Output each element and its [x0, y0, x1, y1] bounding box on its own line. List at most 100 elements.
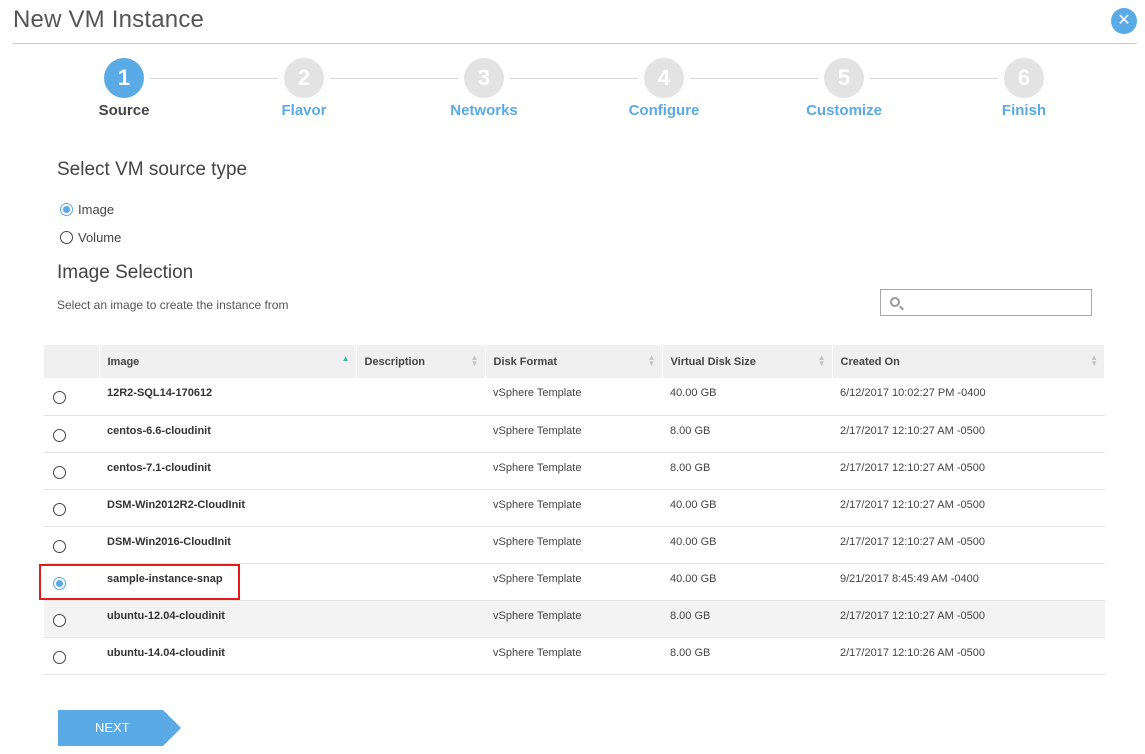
row-select-cell[interactable]	[44, 526, 99, 563]
disk-size-cell: 8.00 GB	[670, 461, 711, 474]
step-label: Networks	[450, 102, 518, 119]
created-on-cell: 9/21/2017 8:45:49 AM -0400	[840, 572, 979, 585]
image-selection-subtext: Select an image to create the instance f…	[57, 298, 289, 312]
description-cell	[356, 563, 485, 600]
row-radio[interactable]	[53, 465, 66, 479]
step-number: 2	[284, 58, 324, 98]
created-on-cell: 2/17/2017 12:10:27 AM -0500	[840, 498, 985, 511]
table-row[interactable]: DSM-Win2016-CloudInit vSphere Template 40.…	[44, 526, 1105, 563]
step-finish[interactable]: 6 Finish	[964, 58, 1084, 119]
close-icon[interactable]: ✕	[1111, 8, 1137, 34]
step-label: Source	[98, 102, 150, 119]
image-radio[interactable]	[60, 202, 73, 216]
sort-icon: ▲ ▼	[817, 353, 826, 368]
created-on-cell: 2/17/2017 12:10:27 AM -0500	[840, 609, 985, 622]
sort-icon: ▲ ▼	[647, 353, 656, 368]
volume-radio[interactable]	[60, 230, 73, 244]
step-number: 4	[644, 58, 684, 98]
step-source[interactable]: 1 Source	[64, 58, 184, 119]
description-cell	[356, 489, 485, 526]
image-name-cell: 12R2-SQL14-170612	[107, 387, 213, 400]
source-option-label: Image	[78, 201, 115, 217]
description-cell	[356, 452, 485, 489]
image-name-cell: ubuntu-12.04-cloudinit	[107, 609, 225, 622]
table-row[interactable]: centos-7.1-cloudinit vSphere Template 8.00…	[44, 452, 1105, 489]
disk-size-cell: 40.00 GB	[670, 498, 717, 511]
disk-size-cell: 8.00 GB	[670, 424, 711, 437]
column-header-virtual-disk-size[interactable]: Virtual Disk Size ▲ ▼	[662, 345, 833, 378]
table-row[interactable]: ubuntu-14.04-cloudinit vSphere Template 8.…	[44, 637, 1105, 674]
select-column-header	[44, 345, 100, 378]
row-radio[interactable]	[53, 613, 66, 627]
created-on-cell: 6/12/2017 10:02:27 PM -0400	[840, 387, 986, 400]
row-radio[interactable]	[53, 428, 66, 442]
description-cell	[356, 415, 485, 452]
table-row[interactable]: sample-instance-snap vSphere Template 40.0…	[44, 563, 1105, 600]
step-configure[interactable]: 4 Configure	[604, 58, 724, 119]
sort-ascending-icon: ▲	[341, 354, 350, 363]
row-select-cell[interactable]	[44, 415, 99, 452]
image-search-input[interactable]	[907, 292, 1087, 313]
step-number: 6	[1004, 58, 1044, 98]
next-button[interactable]: NEXT	[58, 710, 181, 746]
source-option-image[interactable]: Image	[60, 200, 114, 218]
image-name-cell: DSM-Win2012R2-CloudInit	[107, 498, 246, 511]
description-cell	[356, 637, 485, 674]
table-row[interactable]: ubuntu-12.04-cloudinit vSphere Template 8.…	[44, 600, 1105, 637]
source-option-label: Volume	[78, 229, 122, 245]
disk-format-cell: vSphere Template	[493, 572, 582, 585]
disk-size-cell: 8.00 GB	[670, 609, 711, 622]
disk-size-cell: 40.00 GB	[670, 387, 717, 400]
step-customize[interactable]: 5 Customize	[784, 58, 904, 119]
row-radio[interactable]	[53, 650, 66, 664]
sort-icon: ▲ ▼	[1090, 353, 1098, 368]
created-on-cell: 2/17/2017 12:10:27 AM -0500	[840, 535, 985, 548]
step-label: Flavor	[281, 102, 327, 119]
disk-format-cell: vSphere Template	[493, 609, 582, 622]
step-number: 5	[824, 58, 864, 98]
row-radio[interactable]	[53, 391, 66, 405]
search-icon	[890, 297, 900, 307]
image-search-box[interactable]	[880, 289, 1092, 316]
image-name-cell: ubuntu-14.04-cloudinit	[107, 646, 225, 659]
column-header-description[interactable]: Description ▲ ▼	[356, 345, 486, 378]
created-on-cell: 2/17/2017 12:10:27 AM -0500	[840, 424, 985, 437]
table-header-row: Image ▲ Description ▲ ▼ Disk Format ▲ ▼ Vi…	[44, 345, 1105, 378]
description-cell	[356, 526, 485, 563]
row-select-cell[interactable]	[44, 452, 99, 489]
step-networks[interactable]: 3 Networks	[424, 58, 544, 119]
image-selection-heading: Image Selection	[57, 262, 194, 283]
step-number: 1	[104, 58, 144, 98]
row-select-cell[interactable]	[44, 637, 99, 674]
step-number: 3	[464, 58, 504, 98]
column-header-image[interactable]: Image ▲	[99, 345, 357, 378]
wizard-stepper: 1 Source 2 Flavor 3 Networks 4 Configure 5 Custom…	[0, 58, 1145, 128]
created-on-cell: 2/17/2017 12:10:27 AM -0500	[840, 461, 985, 474]
source-option-volume[interactable]: Volume	[60, 228, 121, 246]
column-header-created-on[interactable]: Created On ▲ ▼	[832, 345, 1105, 378]
column-header-disk-format[interactable]: Disk Format ▲ ▼	[485, 345, 663, 378]
row-radio[interactable]	[53, 539, 66, 553]
description-cell	[356, 378, 485, 415]
image-name-cell: DSM-Win2016-CloudInit	[107, 535, 231, 548]
disk-format-cell: vSphere Template	[493, 387, 582, 400]
row-radio[interactable]	[53, 502, 66, 516]
table-row[interactable]: centos-6.6-cloudinit vSphere Template 8.00…	[44, 415, 1105, 452]
created-on-cell: 2/17/2017 12:10:26 AM -0500	[840, 646, 985, 659]
row-radio[interactable]	[53, 576, 66, 590]
step-flavor[interactable]: 2 Flavor	[244, 58, 364, 119]
disk-size-cell: 40.00 GB	[670, 572, 717, 585]
row-select-cell[interactable]	[44, 378, 99, 415]
step-label: Customize	[806, 102, 882, 119]
row-select-cell[interactable]	[44, 489, 99, 526]
row-select-cell[interactable]	[44, 563, 99, 600]
source-type-heading: Select VM source type	[57, 159, 248, 180]
title-divider	[13, 43, 1137, 44]
disk-size-cell: 40.00 GB	[670, 535, 717, 548]
table-row[interactable]: DSM-Win2012R2-CloudInit vSphere Template 4…	[44, 489, 1105, 526]
image-name-cell: centos-7.1-cloudinit	[107, 461, 211, 474]
table-row[interactable]: 12R2-SQL14-170612 vSphere Template 40.00 G…	[44, 378, 1105, 415]
row-select-cell[interactable]	[44, 600, 99, 637]
disk-format-cell: vSphere Template	[493, 498, 582, 511]
sort-icon: ▲ ▼	[470, 353, 479, 368]
